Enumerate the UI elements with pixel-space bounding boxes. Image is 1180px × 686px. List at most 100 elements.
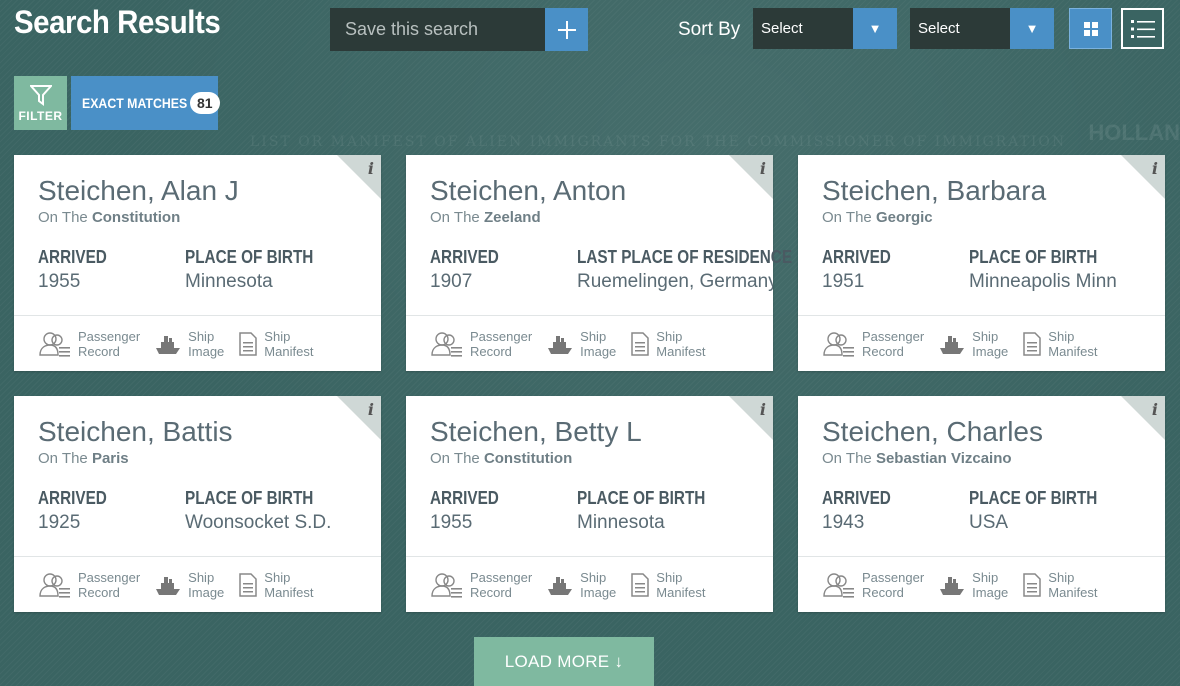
- passenger-record-link[interactable]: Passenger Record: [822, 327, 924, 361]
- passenger-record-link[interactable]: Passenger Record: [822, 568, 924, 602]
- passenger-record-link[interactable]: Passenger Record: [38, 327, 140, 361]
- passenger-record-line1: Passenger: [862, 570, 925, 585]
- ship-image-link[interactable]: Ship Image: [546, 568, 616, 602]
- result-card[interactable]: i Steichen, Battis On The Paris ARRIVED …: [14, 396, 381, 612]
- ship-manifest-line2: Manifest: [656, 585, 706, 600]
- passenger-record-label: Passenger Record: [470, 570, 532, 600]
- ship-line: On The Constitution: [38, 209, 180, 226]
- save-search-input[interactable]: [330, 8, 545, 51]
- ship-line: On The Georgic: [822, 209, 933, 226]
- plus-icon: [557, 20, 576, 39]
- info-icon[interactable]: i: [1152, 400, 1158, 419]
- passenger-record-icon: [431, 573, 462, 598]
- ship-image-line2: Image: [580, 344, 617, 359]
- arrived-label: ARRIVED: [38, 247, 107, 267]
- ship-name: Constitution: [483, 450, 573, 467]
- card-actions: Passenger Record Ship Image Ship Manifes…: [822, 568, 1155, 602]
- load-more-button[interactable]: LOAD MORE ↓: [474, 637, 654, 686]
- place-label: PLACE OF BIRTH: [969, 488, 1098, 508]
- ship-icon: [156, 577, 181, 595]
- ship-manifest-link[interactable]: Ship Manifest: [1022, 327, 1097, 361]
- ship-line: On The Zeeland: [430, 209, 541, 226]
- passenger-record-line2: Record: [862, 585, 904, 600]
- sort-select-primary[interactable]: Select ▼: [753, 8, 897, 49]
- passenger-record-line2: Record: [78, 585, 120, 600]
- ship-manifest-link[interactable]: Ship Manifest: [630, 568, 705, 602]
- card-divider: [14, 315, 381, 316]
- ship-manifest-line2: Manifest: [1048, 344, 1098, 359]
- ship-image-line2: Image: [972, 585, 1009, 600]
- info-icon[interactable]: i: [368, 159, 374, 178]
- passenger-record-label: Passenger Record: [862, 329, 924, 359]
- info-icon[interactable]: i: [1152, 159, 1158, 178]
- ship-manifest-line1: Ship: [264, 570, 291, 585]
- arrived-label: ARRIVED: [38, 488, 107, 508]
- result-card[interactable]: i Steichen, Charles On The Sebastian Viz…: [798, 396, 1165, 612]
- ship-image-line1: Ship: [972, 329, 999, 344]
- passenger-name[interactable]: Steichen, Charles: [822, 416, 1043, 448]
- info-icon[interactable]: i: [760, 159, 766, 178]
- sort-select-primary-value: Select: [753, 8, 853, 49]
- ship-manifest-line1: Ship: [1048, 329, 1075, 344]
- passenger-record-label: Passenger Record: [78, 329, 140, 359]
- ship-image-link[interactable]: Ship Image: [154, 568, 224, 602]
- passenger-name[interactable]: Steichen, Alan J: [38, 175, 239, 207]
- sort-select-secondary-value: Select: [910, 8, 1010, 49]
- passenger-record-icon: [39, 332, 70, 357]
- ship-manifest-line2: Manifest: [656, 344, 706, 359]
- ship-manifest-line1: Ship: [656, 329, 683, 344]
- passenger-record-line1: Passenger: [78, 329, 141, 344]
- passenger-name[interactable]: Steichen, Anton: [430, 175, 626, 207]
- passenger-record-link[interactable]: Passenger Record: [430, 568, 532, 602]
- sort-select-secondary[interactable]: Select ▼: [910, 8, 1054, 49]
- exact-matches-button[interactable]: EXACT MATCHES 81: [71, 76, 220, 130]
- passenger-record-icon: [39, 573, 70, 598]
- chevron-down-icon: ▼: [853, 8, 897, 49]
- passenger-name[interactable]: Steichen, Betty L: [430, 416, 642, 448]
- result-card[interactable]: i Steichen, Betty L On The Constitution …: [406, 396, 773, 612]
- save-search-button[interactable]: [545, 8, 588, 51]
- passenger-record-line1: Passenger: [78, 570, 141, 585]
- ship-manifest-link[interactable]: Ship Manifest: [238, 568, 313, 602]
- ship-image-link[interactable]: Ship Image: [938, 327, 1008, 361]
- passenger-name[interactable]: Steichen, Battis: [38, 416, 233, 448]
- grid-icon: [1083, 21, 1098, 36]
- result-card[interactable]: i Steichen, Anton On The Zeeland ARRIVED…: [406, 155, 792, 371]
- ship-name: Constitution: [91, 209, 181, 226]
- passenger-name[interactable]: Steichen, Barbara: [822, 175, 1046, 207]
- document-icon: [239, 573, 258, 597]
- filter-button[interactable]: FILTER: [14, 76, 67, 130]
- grid-view-button[interactable]: [1069, 8, 1112, 49]
- passenger-record-link[interactable]: Passenger Record: [430, 327, 532, 361]
- document-icon: [239, 332, 258, 356]
- list-view-button[interactable]: [1121, 8, 1164, 49]
- passenger-record-link[interactable]: Passenger Record: [38, 568, 140, 602]
- card-actions: Passenger Record Ship Image Ship Manifes…: [38, 568, 371, 602]
- info-corner: [1121, 396, 1165, 440]
- ship-image-line1: Ship: [580, 570, 607, 585]
- ship-image-line2: Image: [188, 585, 225, 600]
- info-icon[interactable]: i: [368, 400, 374, 419]
- passenger-record-label: Passenger Record: [862, 570, 924, 600]
- ship-name: Georgic: [875, 209, 933, 226]
- result-card[interactable]: i Steichen, Alan J On The Constitution A…: [14, 155, 381, 371]
- place-label: PLACE OF BIRTH: [185, 247, 314, 267]
- filter-icon: [29, 84, 52, 106]
- card-actions: Passenger Record Ship Image Ship Manifes…: [822, 327, 1155, 361]
- ship-image-link[interactable]: Ship Image: [154, 327, 224, 361]
- ship-manifest-link[interactable]: Ship Manifest: [630, 327, 705, 361]
- info-icon[interactable]: i: [760, 400, 766, 419]
- page-title: Search Results: [14, 4, 221, 40]
- card-divider: [798, 556, 1165, 557]
- ship-manifest-link[interactable]: Ship Manifest: [1022, 568, 1097, 602]
- place-value: Minnesota: [185, 271, 273, 292]
- result-card[interactable]: i Steichen, Barbara On The Georgic ARRIV…: [798, 155, 1165, 371]
- ship-manifest-line1: Ship: [264, 329, 291, 344]
- passenger-record-label: Passenger Record: [78, 570, 140, 600]
- ship-icon: [940, 577, 965, 595]
- ship-manifest-link[interactable]: Ship Manifest: [238, 327, 313, 361]
- ship-image-link[interactable]: Ship Image: [938, 568, 1008, 602]
- ship-image-link[interactable]: Ship Image: [546, 327, 616, 361]
- place-value: Woonsocket S.D.: [185, 512, 332, 533]
- ship-manifest-line1: Ship: [656, 570, 683, 585]
